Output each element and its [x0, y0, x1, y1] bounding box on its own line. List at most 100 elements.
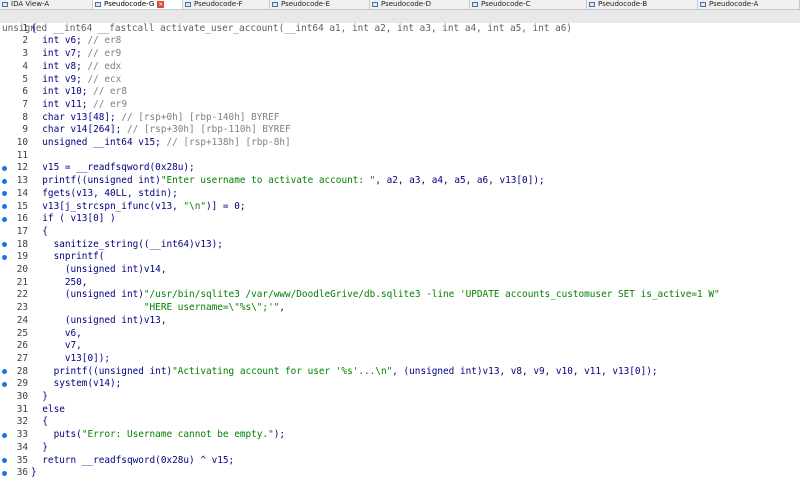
tab-pseudocode-d[interactable]: Pseudocode-D: [370, 0, 470, 9]
line-number: 28: [16, 365, 28, 377]
code-text: v13[j_strcspn_ifunc(v13, "\n")] = 0;: [31, 200, 246, 212]
line-number: 20: [16, 264, 28, 275]
code-line[interactable]: 23 "HERE username=\"%s\";'",: [0, 302, 800, 315]
tab-pseudocode-c[interactable]: Pseudocode-C: [470, 0, 587, 9]
code-text: }: [31, 391, 48, 402]
function-signature[interactable]: unsigned __int64 __fastcall activate_use…: [0, 10, 800, 34]
code-text: int v7; // er9: [31, 48, 122, 60]
line-number: 9: [22, 124, 28, 136]
code-line[interactable]: 27 v13[0]);: [0, 353, 800, 366]
pseudocode-icon: [472, 2, 478, 7]
line-number: 11: [16, 149, 28, 161]
code-line[interactable]: 29 system(v14);: [0, 378, 800, 391]
code-line[interactable]: 3 int v7; // er9: [0, 48, 800, 61]
code-line[interactable]: 9 char v14[264]; // [rsp+30h] [rbp-110h]…: [0, 124, 800, 137]
code-line[interactable]: 32 {: [0, 416, 800, 429]
line-number: 32: [16, 416, 28, 428]
line-number: 18: [16, 238, 28, 250]
code-line[interactable]: 20 (unsigned int)v14,: [0, 264, 800, 277]
code-text: v15 = __readfsqword(0x28u);: [31, 162, 195, 174]
code-line[interactable]: 30 }: [0, 391, 800, 404]
code-line[interactable]: 18 sanitize_string((__int64)v13);: [0, 239, 800, 252]
line-number: 12: [16, 162, 28, 174]
line-number: 8: [22, 111, 28, 123]
line-number: 35: [16, 454, 28, 466]
code-text: (unsigned int)v14,: [31, 264, 167, 275]
code-line[interactable]: 33 puts("Error: Username cannot be empty…: [0, 429, 800, 442]
code-line[interactable]: 36}: [0, 467, 800, 480]
line-number: 23: [16, 302, 28, 314]
line-number: 14: [16, 187, 28, 199]
line-number: 16: [16, 213, 28, 225]
tab-pseudocode-b[interactable]: Pseudocode-B: [587, 0, 698, 9]
code-line[interactable]: 35 return __readfsqword(0x28u) ^ v15;: [0, 455, 800, 468]
code-text: v6,: [31, 327, 82, 339]
code-line[interactable]: 22 (unsigned int)"/usr/bin/sqlite3 /var/…: [0, 289, 800, 302]
code-line[interactable]: 14 fgets(v13, 40LL, stdin);: [0, 188, 800, 201]
code-line[interactable]: 5 int v9; // ecx: [0, 74, 800, 87]
code-line[interactable]: 12 v15 = __readfsqword(0x28u);: [0, 162, 800, 175]
pseudocode-icon: [95, 2, 101, 7]
code-text: snprintf(: [31, 251, 105, 263]
line-number: 13: [16, 175, 28, 187]
code-text: v13[0]);: [31, 352, 111, 364]
pseudocode-icon: [700, 2, 706, 7]
line-number: 22: [16, 289, 28, 301]
code-line[interactable]: 16 if ( v13[0] ): [0, 213, 800, 226]
line-number: 3: [22, 48, 28, 60]
pseudocode-icon: [372, 2, 378, 7]
code-line[interactable]: 1{: [0, 23, 800, 36]
code-text: v7,: [31, 340, 82, 352]
code-line[interactable]: 21 250,: [0, 277, 800, 290]
code-text: }: [31, 467, 37, 479]
code-line[interactable]: 11: [0, 150, 800, 163]
code-line[interactable]: 15 v13[j_strcspn_ifunc(v13, "\n")] = 0;: [0, 201, 800, 214]
line-number: 21: [16, 276, 28, 288]
code-line[interactable]: 7 int v11; // er9: [0, 99, 800, 112]
code-line[interactable]: 25 v6,: [0, 328, 800, 341]
tab-ida-view-a[interactable]: IDA View-A: [0, 0, 93, 9]
line-number: 24: [16, 314, 28, 326]
code-line[interactable]: 17 {: [0, 226, 800, 239]
code-line[interactable]: 26 v7,: [0, 340, 800, 353]
code-text: system(v14);: [31, 378, 122, 390]
line-number: 2: [22, 35, 28, 47]
line-number: 4: [22, 60, 28, 72]
pseudocode-icon: [185, 2, 191, 7]
code-text: int v10; // er8: [31, 86, 127, 98]
code-line[interactable]: 19 snprintf(: [0, 251, 800, 264]
line-number: 17: [16, 225, 28, 237]
pseudocode-editor[interactable]: unsigned __int64 __fastcall activate_use…: [0, 10, 800, 485]
code-text: {: [31, 225, 48, 237]
code-line[interactable]: 31 else: [0, 404, 800, 417]
line-number: 31: [16, 403, 28, 415]
code-line[interactable]: 2 int v6; // er8: [0, 35, 800, 48]
code-line[interactable]: 34 }: [0, 442, 800, 455]
code-text: 250,: [31, 276, 88, 288]
line-number: 30: [16, 391, 28, 402]
line-number: 1: [22, 22, 28, 34]
code-text: int v11; // er9: [31, 98, 127, 110]
code-line[interactable]: 24 (unsigned int)v13,: [0, 315, 800, 328]
code-text: printf((unsigned int)"Enter username to …: [31, 175, 545, 187]
tab-pseudocode-g[interactable]: Pseudocode-G ×: [93, 0, 183, 9]
code-line[interactable]: 4 int v8; // edx: [0, 61, 800, 74]
tab-pseudocode-a[interactable]: Pseudocode-A: [698, 0, 800, 9]
line-number: 33: [16, 429, 28, 441]
code-text: "HERE username=\"%s\";'",: [143, 302, 286, 314]
code-text: int v8; // edx: [31, 60, 122, 72]
line-number: 27: [16, 352, 28, 364]
code-line[interactable]: 28 printf((unsigned int)"Activating acco…: [0, 366, 800, 379]
code-line[interactable]: 13 printf((unsigned int)"Enter username …: [0, 175, 800, 188]
tab-pseudocode-e[interactable]: Pseudocode-E: [270, 0, 370, 9]
code-text: {: [31, 22, 37, 34]
code-text: {: [31, 416, 48, 428]
code-text: int v6; // er8: [31, 35, 122, 47]
code-line[interactable]: 10 unsigned __int64 v15; // [rsp+138h] […: [0, 137, 800, 150]
code-text: puts("Error: Username cannot be empty.")…: [31, 429, 286, 441]
close-icon[interactable]: ×: [157, 1, 165, 8]
pseudocode-icon: [589, 2, 595, 7]
code-line[interactable]: 6 int v10; // er8: [0, 86, 800, 99]
code-line[interactable]: 8 char v13[48]; // [rsp+0h] [rbp-140h] B…: [0, 112, 800, 125]
tab-pseudocode-f[interactable]: Pseudocode-F: [183, 0, 270, 9]
